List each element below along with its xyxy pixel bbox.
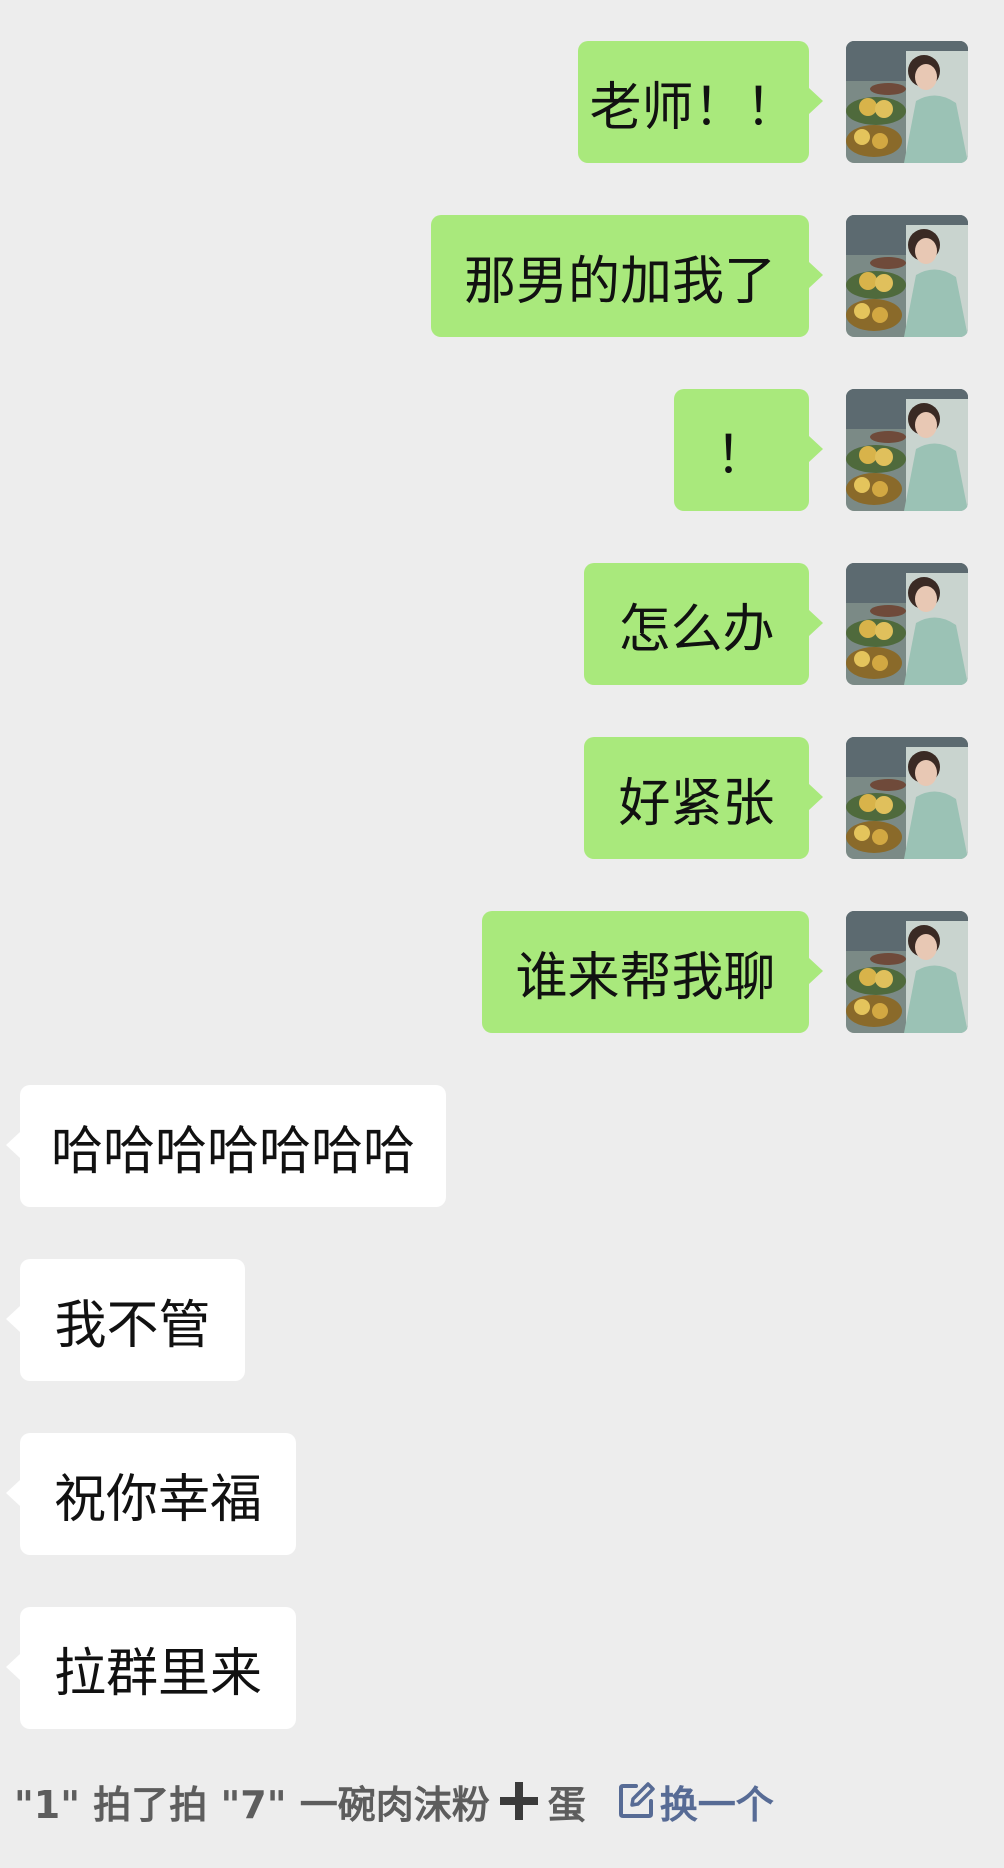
user-avatar[interactable] — [846, 737, 968, 859]
change-pat-label: 换一个 — [659, 1782, 774, 1827]
incoming-message[interactable]: 祝你幸福 — [20, 1433, 296, 1555]
message-text: 怎么办 — [618, 599, 775, 660]
pat-notice-text: "1" 拍了拍 "7" 一碗肉沫粉 — [14, 1782, 490, 1827]
message-text: 哈哈哈哈哈哈哈 — [50, 1121, 415, 1182]
outgoing-message[interactable]: 那男的加我了 — [431, 215, 809, 337]
message-text: 老师！！ — [589, 77, 798, 138]
user-avatar[interactable] — [846, 911, 968, 1033]
incoming-message[interactable]: 我不管 — [20, 1259, 245, 1381]
message-text: 祝你幸福 — [53, 1469, 262, 1530]
user-avatar[interactable] — [846, 215, 968, 337]
outgoing-message[interactable]: ！ — [674, 389, 809, 511]
message-text: 好紧张 — [618, 773, 775, 834]
pat-notice: "1" 拍了拍 "7" 一碗肉沫粉 蛋 换一个 — [14, 1774, 774, 1829]
user-avatar[interactable] — [846, 41, 968, 163]
pat-notice-suffix: 蛋 — [547, 1782, 586, 1827]
message-text: ！ — [715, 425, 768, 486]
plus-icon — [499, 1782, 538, 1820]
avatar-photo-icon — [846, 911, 968, 1033]
avatar-photo-icon — [846, 563, 968, 685]
outgoing-message[interactable]: 谁来帮我聊 — [482, 911, 809, 1033]
edit-icon — [618, 1782, 655, 1818]
message-text: 我不管 — [54, 1295, 211, 1356]
bubble-tail — [809, 958, 823, 984]
bubble-tail — [809, 436, 823, 462]
bubble-tail — [809, 610, 823, 636]
message-text: 谁来帮我聊 — [515, 947, 776, 1008]
bubble-tail — [6, 1306, 20, 1332]
bubble-tail — [6, 1480, 20, 1506]
message-text: 拉群里来 — [53, 1643, 262, 1704]
message-text: 那男的加我了 — [463, 251, 776, 312]
bubble-tail — [6, 1654, 20, 1680]
change-pat-button[interactable]: 换一个 — [616, 1774, 774, 1829]
avatar-photo-icon — [846, 41, 968, 163]
bubble-tail — [809, 88, 823, 114]
avatar-photo-icon — [846, 737, 968, 859]
incoming-message[interactable]: 拉群里来 — [20, 1607, 296, 1729]
bubble-tail — [809, 262, 823, 288]
bubble-tail — [6, 1132, 20, 1158]
outgoing-message[interactable]: 好紧张 — [584, 737, 809, 859]
avatar-photo-icon — [846, 389, 968, 511]
user-avatar[interactable] — [846, 389, 968, 511]
bubble-tail — [809, 784, 823, 810]
incoming-message[interactable]: 哈哈哈哈哈哈哈 — [20, 1085, 446, 1207]
user-avatar[interactable] — [846, 563, 968, 685]
outgoing-message[interactable]: 老师！！ — [578, 41, 809, 163]
outgoing-message[interactable]: 怎么办 — [584, 563, 809, 685]
chat-area: 老师！！ 那男的加我了 ！ 怎么办 好紧张 谁来帮我聊 哈哈哈哈哈哈哈 我不管 … — [0, 0, 1004, 1868]
avatar-photo-icon — [846, 215, 968, 337]
